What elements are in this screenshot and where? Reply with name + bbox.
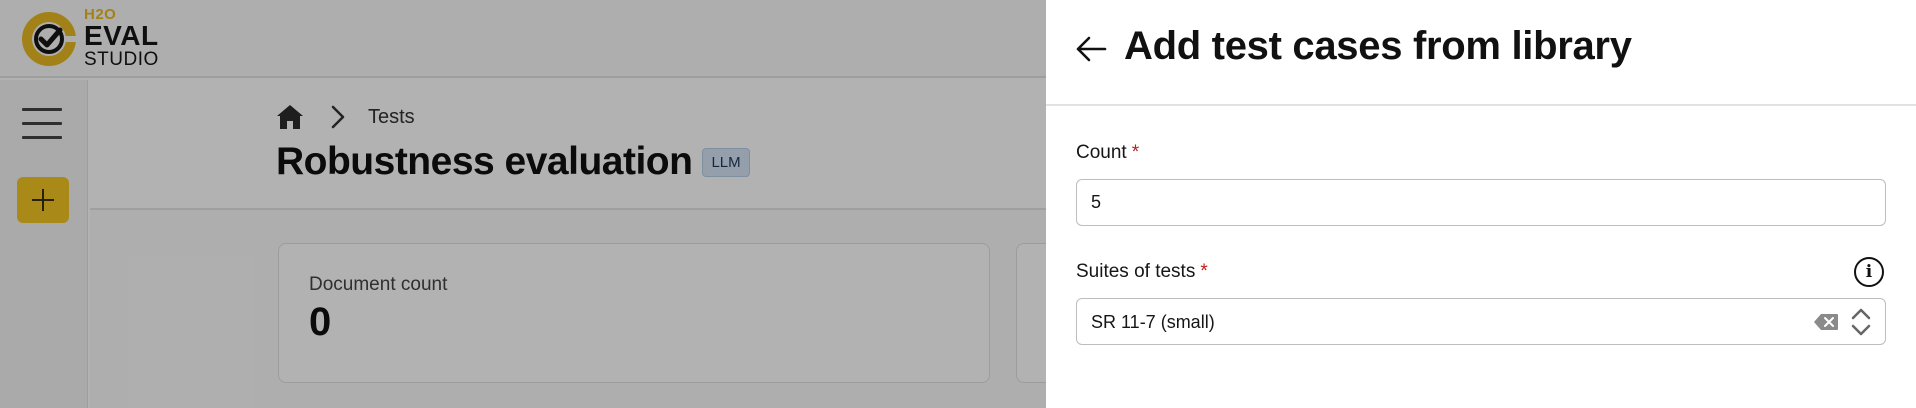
count-input[interactable] [1076, 179, 1886, 226]
suites-label: Suites of tests * [1076, 261, 1208, 283]
drawer-header: Add test cases from library [1046, 0, 1916, 106]
required-indicator: * [1200, 261, 1208, 282]
suites-select[interactable]: SR 11-7 (small) [1076, 298, 1886, 345]
count-label-text: Count [1076, 142, 1127, 163]
modal-overlay[interactable] [0, 0, 1046, 408]
arrow-left-icon [1076, 36, 1107, 62]
count-label: Count * [1076, 142, 1139, 164]
suites-label-text: Suites of tests [1076, 261, 1196, 282]
info-icon[interactable]: i [1854, 257, 1884, 287]
suites-selected-value: SR 11-7 (small) [1091, 312, 1215, 332]
chevron-updown-icon[interactable] [1849, 306, 1873, 338]
drawer-title: Add test cases from library [1124, 24, 1632, 68]
required-indicator: * [1131, 142, 1140, 163]
clear-icon[interactable] [1813, 312, 1839, 332]
info-glyph: i [1865, 262, 1873, 282]
add-test-cases-drawer: Add test cases from library Count* Suite… [1046, 0, 1916, 408]
back-button[interactable] [1074, 32, 1108, 66]
